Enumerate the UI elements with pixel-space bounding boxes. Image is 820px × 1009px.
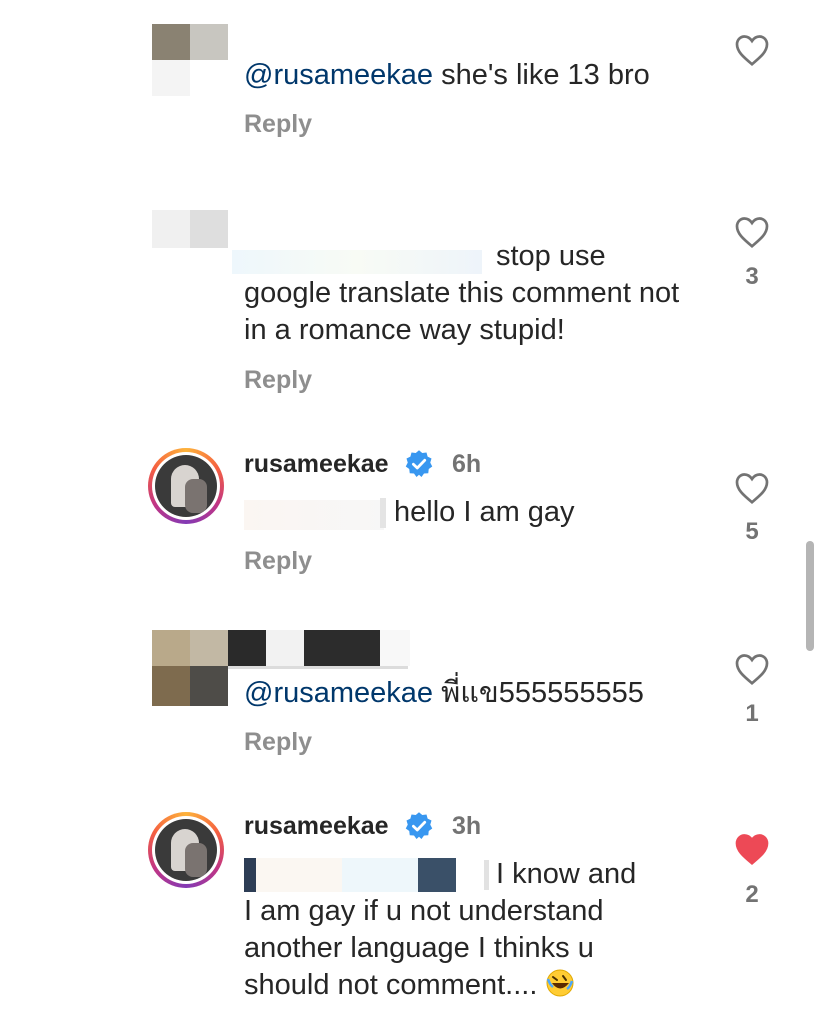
blurred-name-block <box>342 858 418 892</box>
username[interactable]: rusameekae <box>244 812 389 841</box>
rolling-on-floor-laughing-emoji-icon <box>545 968 575 998</box>
comment-text: stop use google translate this comment n… <box>244 240 680 346</box>
comment-text: @rusameekae พี่แข555555555 <box>244 675 704 712</box>
comment-5: rusameekae 3h I know and I am gay if u n… <box>0 800 820 1009</box>
avatar[interactable] <box>148 448 224 524</box>
blurred-avatar-block <box>152 630 190 666</box>
blurred-name-block <box>380 630 410 666</box>
comment-text: hello I am gay <box>394 496 575 528</box>
blurred-avatar-block <box>152 210 190 248</box>
heart-outline-icon[interactable] <box>734 33 770 67</box>
heart-outline-icon[interactable] <box>734 652 770 686</box>
comment-text-line-4: should not comment.... <box>244 967 704 1004</box>
blurred-name-block <box>380 498 386 528</box>
timestamp: 3h <box>452 812 482 840</box>
reply-button[interactable]: Reply <box>244 110 312 139</box>
avatar-ring-inner <box>152 816 220 884</box>
blurred-name-block <box>418 858 456 892</box>
timestamp: 6h <box>452 450 482 478</box>
comment-text-line-3: another language I thinks u <box>244 932 594 964</box>
scrollbar[interactable] <box>806 541 814 651</box>
blurred-name-block <box>244 858 256 892</box>
avatar-ring-inner <box>152 452 220 520</box>
like-count: 1 <box>745 700 759 727</box>
blurred-avatar <box>152 24 190 60</box>
blurred-avatar-block <box>190 666 228 706</box>
comment-body: should not comment.... <box>244 969 538 1001</box>
heart-outline-icon[interactable] <box>734 215 770 249</box>
verified-badge-icon <box>405 450 433 477</box>
avatar-figure <box>185 843 207 877</box>
heart-filled-icon[interactable] <box>734 832 770 866</box>
comment-2: stop use google translate this comment n… <box>0 180 820 430</box>
blurred-avatar-block <box>152 60 190 96</box>
comment-text: @rusameekae she's like 13 bro <box>244 57 704 94</box>
blurred-name-block <box>228 630 266 666</box>
comment-text-line-2: I am gay if u not understand <box>244 895 604 927</box>
avatar[interactable] <box>148 812 224 888</box>
comment-1: @rusameekae she's like 13 bro Reply <box>0 0 820 180</box>
comment-text-line-1: I know and <box>496 858 637 890</box>
avatar-photo <box>155 819 217 881</box>
avatar-photo <box>155 455 217 517</box>
verified-badge-icon <box>405 812 433 839</box>
comment-3: rusameekae 6h hello I am gay Reply 5 <box>0 430 820 620</box>
blurred-name-block <box>256 858 342 892</box>
blurred-name-block <box>228 666 408 669</box>
like-count: 5 <box>745 518 759 545</box>
blurred-name-block <box>484 860 489 890</box>
heart-outline-icon[interactable] <box>734 471 770 505</box>
blurred-avatar-block <box>152 666 190 706</box>
blurred-avatar-block <box>190 630 228 666</box>
reply-button[interactable]: Reply <box>244 728 312 757</box>
blurred-name-block <box>304 630 380 666</box>
comment-4: @rusameekae พี่แข555555555 Reply 1 <box>0 620 820 800</box>
blurred-avatar-block <box>190 24 228 60</box>
blurred-name-block <box>266 630 304 666</box>
reply-button[interactable]: Reply <box>244 547 312 576</box>
like-count: 2 <box>745 881 759 908</box>
username[interactable]: rusameekae <box>244 450 389 479</box>
blurred-name-block <box>244 500 384 530</box>
like-count: 3 <box>745 263 759 290</box>
comment-body: she's like 13 bro <box>433 59 650 91</box>
mention-link[interactable]: @rusameekae <box>244 677 433 709</box>
blurred-avatar-block <box>190 210 228 248</box>
reply-button[interactable]: Reply <box>244 366 312 395</box>
avatar-figure <box>185 479 207 513</box>
mention-link[interactable]: @rusameekae <box>244 59 433 91</box>
comment-body: พี่แข555555555 <box>433 677 644 709</box>
